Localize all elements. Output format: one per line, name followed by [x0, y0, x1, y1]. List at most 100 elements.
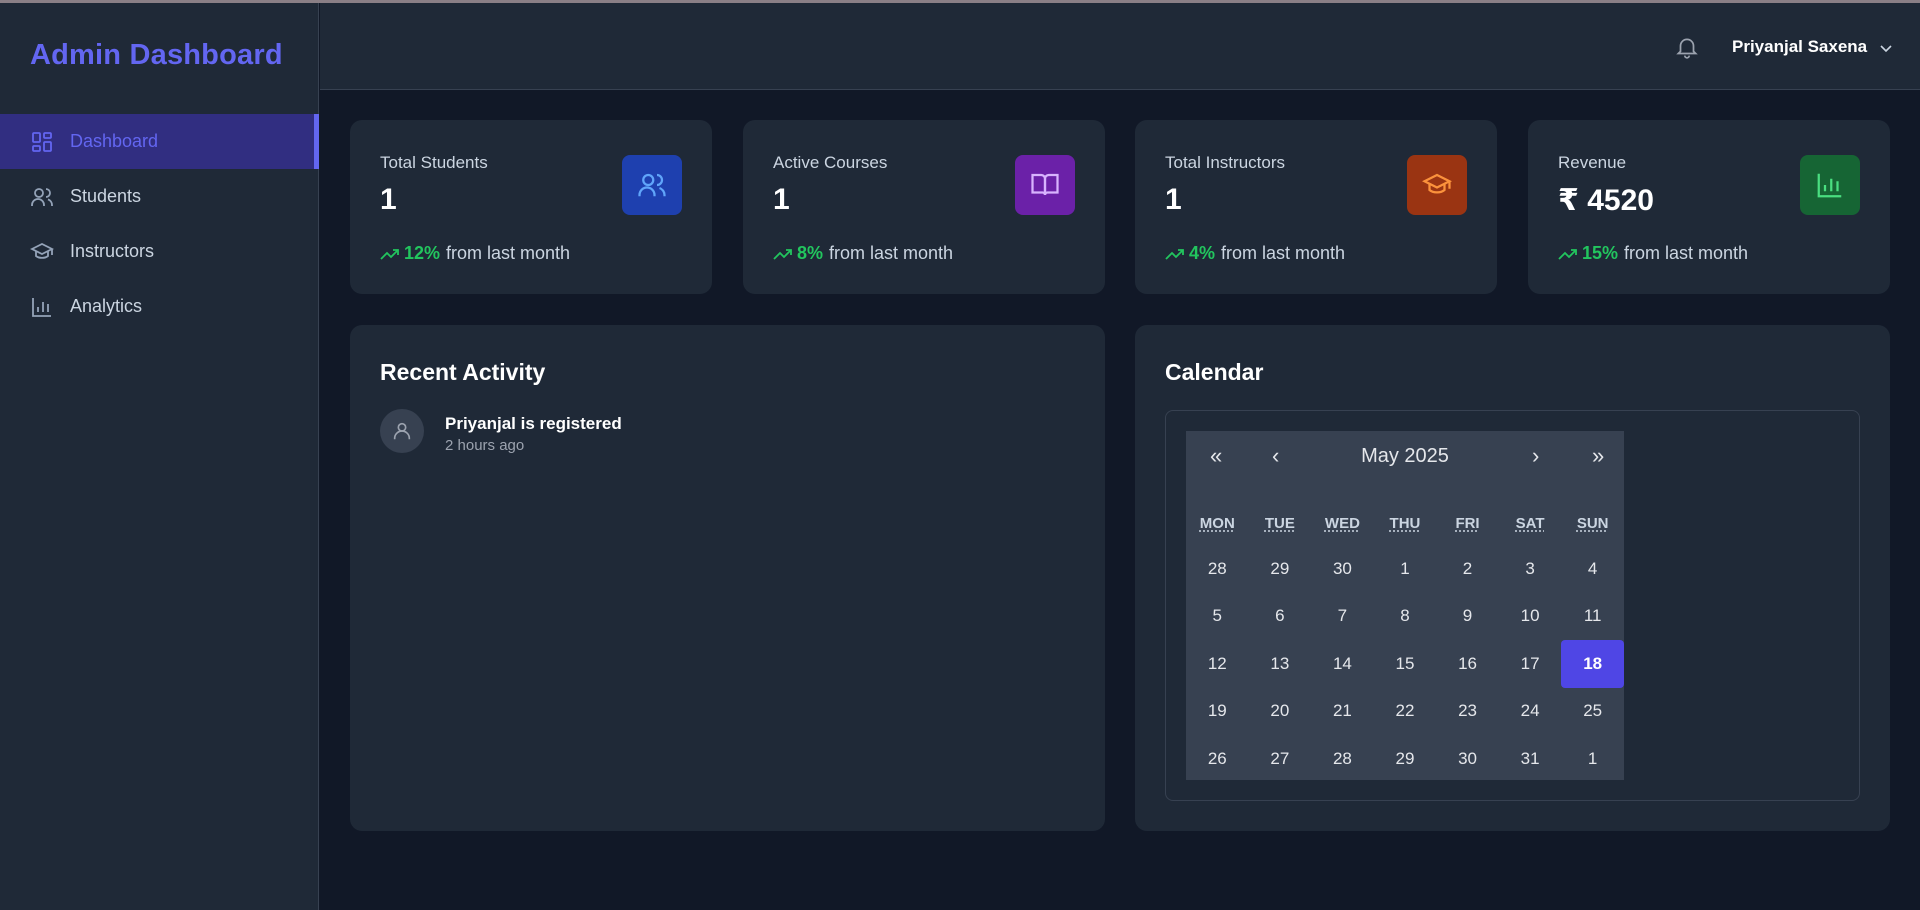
calendar-week: 19 20 21 22 23 24 25 [1186, 688, 1624, 736]
stat-value: ₹ 4520 [1558, 184, 1654, 217]
sidebar-item-instructors[interactable]: Instructors [0, 224, 319, 279]
user-icon [380, 409, 424, 453]
sidebar: Admin Dashboard Dashboard Students Instr… [0, 3, 319, 910]
weekday-header: MON TUE WED THU FRI SAT SUN [1186, 515, 1624, 532]
stat-value: 1 [773, 183, 790, 216]
calendar-widget: « ‹ May 2025 › » MON TUE WED THU FRI SAT… [1186, 431, 1624, 780]
stat-label: Active Courses [773, 153, 888, 172]
calendar-day[interactable]: 9 [1436, 593, 1499, 641]
calendar-day[interactable]: 2 [1436, 545, 1499, 593]
graduation-cap-icon [30, 240, 54, 264]
calendar-week: 28 29 30 1 2 3 4 [1186, 545, 1624, 593]
calendar-day[interactable]: 29 [1249, 545, 1312, 593]
activity-text: Priyanjal is registered [445, 414, 622, 433]
sidebar-item-students[interactable]: Students [0, 169, 319, 224]
trend-percent: 8% [797, 243, 824, 263]
calendar-day[interactable]: 31 [1499, 735, 1562, 783]
dashboard-grid-icon [30, 130, 54, 154]
calendar-day-selected[interactable]: 18 [1561, 640, 1624, 688]
calendar-navigation: « ‹ May 2025 › » [1186, 431, 1624, 483]
calendar-day[interactable]: 28 [1186, 545, 1249, 593]
sidebar-item-analytics[interactable]: Analytics [0, 279, 319, 334]
trend-percent: 4% [1189, 243, 1216, 263]
user-menu[interactable]: Priyanjal Saxena [1732, 37, 1893, 57]
calendar-day[interactable]: 12 [1186, 640, 1249, 688]
panel-title: Calendar [1165, 359, 1264, 385]
month-label[interactable]: May 2025 [1186, 445, 1624, 468]
stat-card-active-courses: Active Courses 1 8% from last month [743, 120, 1105, 294]
trend-text: from last month [1221, 243, 1346, 263]
calendar-container: « ‹ May 2025 › » MON TUE WED THU FRI SAT… [1165, 410, 1860, 801]
calendar-day[interactable]: 14 [1311, 640, 1374, 688]
weekday-label: MON [1199, 515, 1235, 532]
users-icon [30, 185, 54, 209]
next-month-button[interactable]: › [1532, 443, 1539, 469]
calendar-day[interactable]: 8 [1374, 593, 1437, 641]
calendar-day[interactable]: 19 [1186, 688, 1249, 736]
activity-time: 2 hours ago [445, 437, 525, 454]
calendar-day[interactable]: 16 [1436, 640, 1499, 688]
calendar-day[interactable]: 26 [1186, 735, 1249, 783]
weekday-label: WED [1324, 515, 1360, 532]
stat-card-revenue: Revenue ₹ 4520 15% from last month [1528, 120, 1890, 294]
calendar-day[interactable]: 7 [1311, 593, 1374, 641]
calendar-day[interactable]: 4 [1561, 545, 1624, 593]
calendar-day[interactable]: 24 [1499, 688, 1562, 736]
calendar-day[interactable]: 29 [1374, 735, 1437, 783]
next-year-button[interactable]: » [1592, 443, 1604, 469]
stat-card-total-instructors: Total Instructors 1 4% from last month [1135, 120, 1497, 294]
calendar-day[interactable]: 30 [1436, 735, 1499, 783]
weekday-label: FRI [1455, 515, 1480, 532]
calendar-day[interactable]: 11 [1561, 593, 1624, 641]
calendar-day[interactable]: 5 [1186, 593, 1249, 641]
top-header: Priyanjal Saxena [320, 3, 1920, 90]
sidebar-item-label: Instructors [70, 241, 155, 261]
calendar-day[interactable]: 22 [1374, 688, 1437, 736]
stat-label: Total Students [380, 153, 488, 172]
calendar-week: 12 13 14 15 16 17 18 [1186, 640, 1624, 688]
stat-trend: 8% from last month [773, 243, 953, 264]
stat-value: 1 [1165, 183, 1182, 216]
stat-trend: 12% from last month [380, 243, 570, 264]
stat-trend: 4% from last month [1165, 243, 1345, 264]
weekday-label: THU [1389, 515, 1421, 532]
calendar-day[interactable]: 1 [1561, 735, 1624, 783]
weekday-label: TUE [1264, 515, 1295, 532]
calendar-day[interactable]: 1 [1374, 545, 1437, 593]
sidebar-item-label: Dashboard [70, 131, 159, 151]
calendar-day[interactable]: 3 [1499, 545, 1562, 593]
graduation-cap-icon [1407, 155, 1467, 215]
stat-label: Total Instructors [1165, 153, 1285, 172]
trend-percent: 15% [1582, 243, 1619, 263]
calendar-day[interactable]: 27 [1249, 735, 1312, 783]
calendar-day[interactable]: 17 [1499, 640, 1562, 688]
calendar-day[interactable]: 28 [1311, 735, 1374, 783]
bar-chart-icon [30, 295, 54, 319]
trend-text: from last month [1624, 243, 1749, 263]
sidebar-item-dashboard[interactable]: Dashboard [0, 114, 319, 169]
calendar-week: 26 27 28 29 30 31 1 [1186, 735, 1624, 783]
stat-value: 1 [380, 183, 397, 216]
trending-up-icon [380, 248, 399, 260]
calendar-day[interactable]: 13 [1249, 640, 1312, 688]
bell-icon[interactable] [1674, 34, 1700, 60]
trend-text: from last month [446, 243, 571, 263]
trend-text: from last month [829, 243, 954, 263]
calendar-week: 5 6 7 8 9 10 11 [1186, 593, 1624, 641]
calendar-day[interactable]: 15 [1374, 640, 1437, 688]
list-item: Priyanjal is registered 2 hours ago [380, 409, 622, 454]
calendar-day[interactable]: 23 [1436, 688, 1499, 736]
panel-title: Recent Activity [380, 359, 546, 385]
bar-chart-icon [1800, 155, 1860, 215]
calendar-day[interactable]: 6 [1249, 593, 1312, 641]
calendar-day[interactable]: 10 [1499, 593, 1562, 641]
calendar-day[interactable]: 21 [1311, 688, 1374, 736]
trending-up-icon [773, 248, 792, 260]
calendar-day[interactable]: 25 [1561, 688, 1624, 736]
sidebar-item-label: Students [70, 186, 142, 206]
calendar-day[interactable]: 30 [1311, 545, 1374, 593]
sidebar-item-label: Analytics [70, 296, 143, 316]
calendar-days-grid: 28 29 30 1 2 3 4 5 6 7 8 9 10 11 12 13 1… [1186, 545, 1624, 783]
user-name: Priyanjal Saxena [1732, 37, 1868, 56]
calendar-day[interactable]: 20 [1249, 688, 1312, 736]
